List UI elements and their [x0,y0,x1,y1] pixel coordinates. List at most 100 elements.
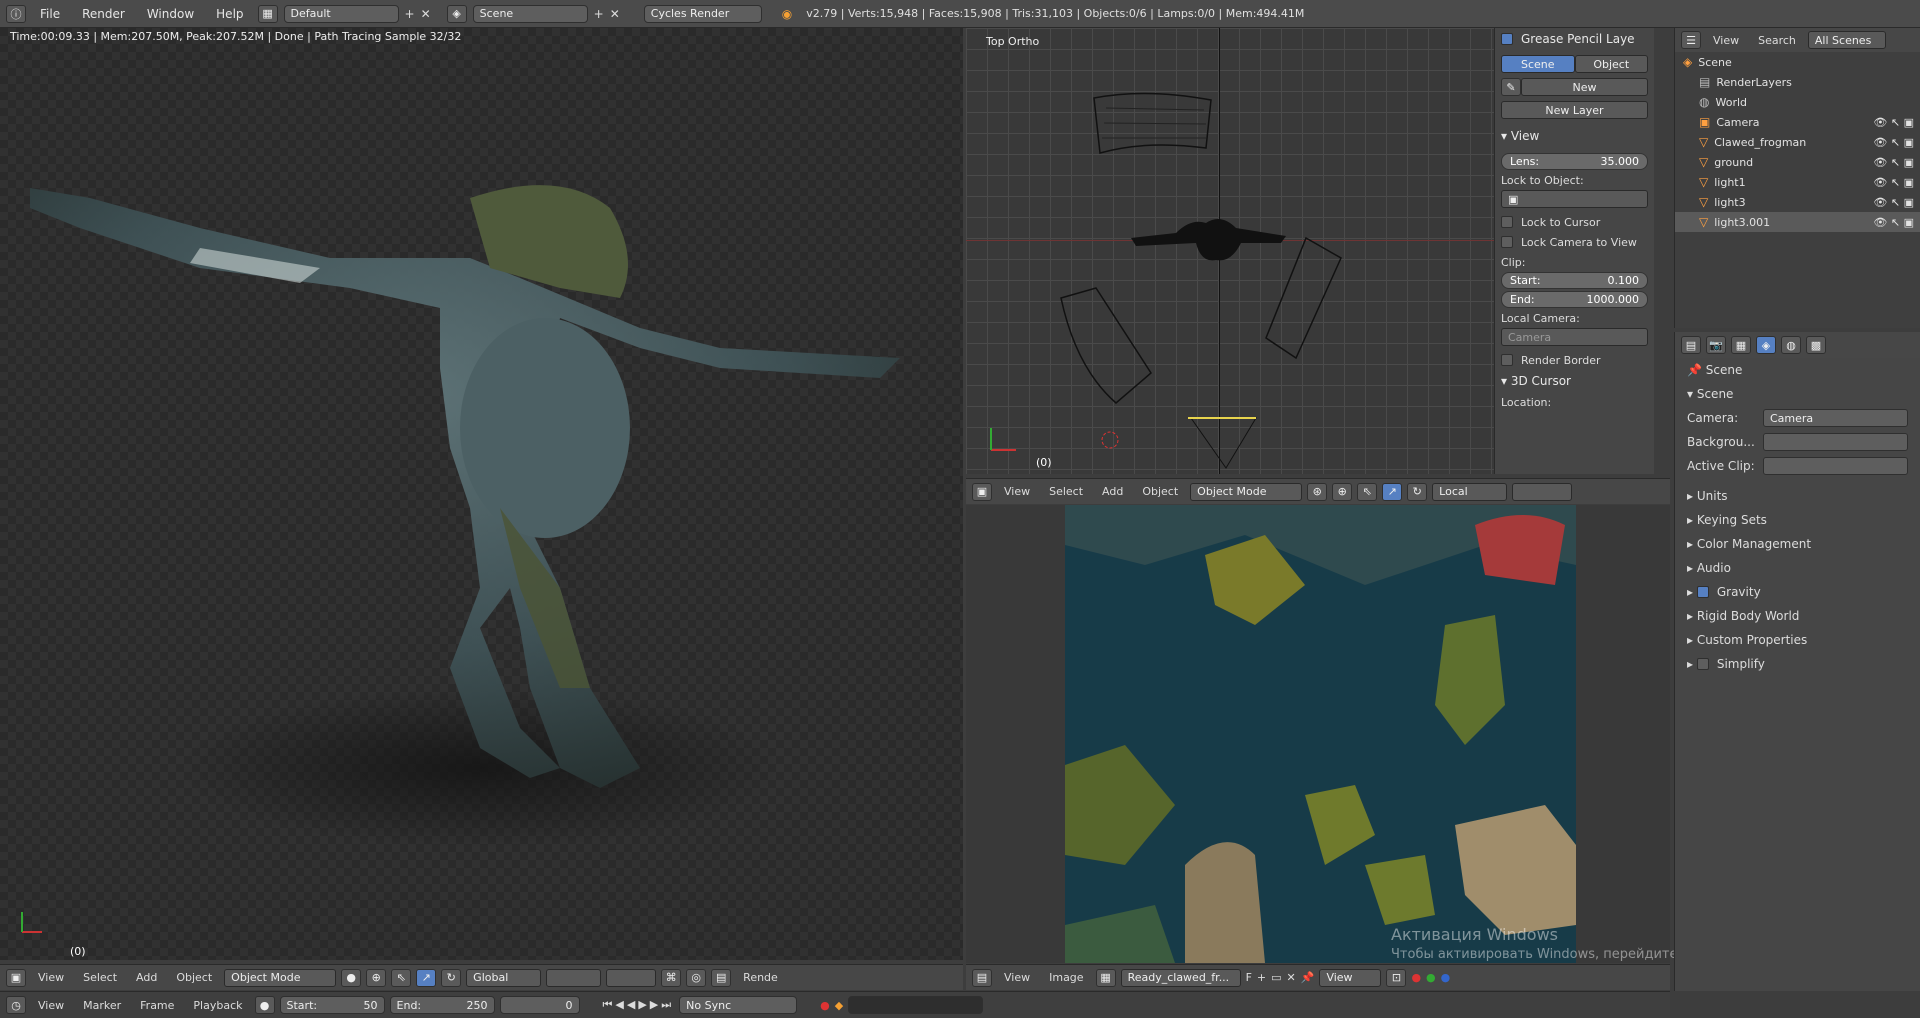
outliner-row-scene[interactable]: ◈ Scene [1675,52,1920,72]
texture-tab-icon[interactable]: ▩ [1806,336,1826,354]
panel-custom-properties[interactable]: ▸ Custom Properties [1675,628,1920,652]
rotate-icon-2[interactable]: ↻ [1407,482,1428,501]
menu-add[interactable]: Add [129,971,164,984]
end-frame-field[interactable]: End: 250 [389,996,495,1014]
lock-object-field[interactable]: ▣ [1501,190,1648,208]
pin-icon-2[interactable]: 📌 [1687,363,1706,377]
layers-widget-3[interactable] [1512,482,1573,501]
world-tab-icon[interactable]: ◍ [1781,336,1801,354]
screen-layout-icon[interactable]: ▦ [257,4,278,23]
start-frame-field[interactable]: Start: 50 [279,996,385,1014]
scene-tab-icon[interactable]: ◈ [1756,336,1776,354]
orientation-select-2[interactable]: Local [1432,482,1508,501]
image-name-field[interactable]: Ready_clawed_fr... [1120,968,1241,987]
render-border-checkbox[interactable] [1501,354,1513,366]
panel-color-management[interactable]: ▸ Color Management [1675,532,1920,556]
image-menu-image[interactable]: Image [1042,971,1090,984]
blue-channel-icon[interactable]: ● [1441,971,1451,984]
manipulator-icon[interactable]: ⇖ [391,968,412,987]
panel-simplify[interactable]: ▸ Simplify [1675,652,1920,676]
menu-render[interactable]: Render [74,7,133,21]
new-image-icon[interactable]: + [1257,971,1266,984]
panel-units[interactable]: ▸ Units [1675,484,1920,508]
rotate-icon[interactable]: ↻ [441,968,462,987]
keying-icon[interactable]: ● [254,996,275,1014]
outliner-row-ground[interactable]: ▽ ground 👁 ↖ ▣ [1675,152,1920,172]
translate-icon-2[interactable]: ↗ [1382,482,1403,501]
image-menu-view[interactable]: View [997,971,1037,984]
simplify-checkbox[interactable] [1696,658,1709,670]
scene-panel-header[interactable]: ▾ Scene [1675,382,1920,406]
top-ortho-viewport[interactable]: Top Ortho (0) [966,28,1494,474]
close-screen-icon[interactable]: ✕ [421,7,431,21]
add-screen-icon[interactable]: + [405,7,415,21]
outliner-row-renderlayers[interactable]: ▤ RenderLayers [1675,72,1920,92]
background-field[interactable] [1763,433,1908,451]
render-viewport[interactable]: Time:00:09.33 | Mem:207.50M, Peak:207.52… [0,28,963,960]
menu-object-2[interactable]: Object [1135,485,1185,498]
clip-start-field[interactable]: Start: 0.100 [1501,272,1648,289]
scene-field[interactable]: Scene [472,4,588,23]
outliner-row-camera[interactable]: ▣ Camera 👁 ↖ ▣ [1675,112,1920,132]
mode-select-2[interactable]: Object Mode [1190,482,1303,501]
render-engine-select[interactable]: Cycles Render [643,4,762,23]
layers-tab-icon[interactable]: ▦ [1731,336,1751,354]
clip-end-field[interactable]: End: 1000.000 [1501,291,1648,308]
panel-rigid-body-world[interactable]: ▸ Rigid Body World [1675,604,1920,628]
outliner-search[interactable]: Search [1751,34,1803,47]
lock-cursor-checkbox[interactable] [1501,216,1513,228]
visibility-icons[interactable]: 👁 ↖ ▣ [1873,176,1914,189]
grease-pencil-checkbox[interactable] [1501,33,1513,45]
outliner-row-light3-001[interactable]: ▽ light3.001 👁 ↖ ▣ [1675,212,1920,232]
visibility-icons[interactable]: 👁 ↖ ▣ [1873,216,1914,229]
outliner-row-light1[interactable]: ▽ light1 👁 ↖ ▣ [1675,172,1920,192]
info-editor-icon[interactable]: ⓘ [6,4,26,23]
active-clip-field[interactable] [1763,457,1908,475]
orientation-select[interactable]: Global [466,968,542,987]
timeline-editor-icon[interactable]: ◷ [6,996,26,1014]
image-editor[interactable]: Активация Windows Чтобы активировать Win… [966,505,1840,963]
render-border-row[interactable]: Render Border [1495,350,1654,370]
timeline-view[interactable]: View [31,999,71,1012]
timeline-playback[interactable]: Playback [186,999,249,1012]
red-channel-icon[interactable]: ● [1411,971,1421,984]
visibility-icons[interactable]: 👁 ↖ ▣ [1873,196,1914,209]
sync-select[interactable]: No Sync [679,996,798,1014]
visibility-icons[interactable]: 👁 ↖ ▣ [1873,116,1914,129]
timeline-frame[interactable]: Frame [133,999,181,1012]
pencil-icon[interactable]: ✎ [1501,78,1521,96]
layers-widget[interactable] [546,968,602,987]
editor-type-icon[interactable]: ▣ [6,968,26,987]
panel-audio[interactable]: ▸ Audio [1675,556,1920,580]
unlink-image-icon[interactable]: ✕ [1287,971,1296,984]
keyframe-icon[interactable]: ◆ [835,999,843,1012]
scene-icon[interactable]: ◈ [446,4,467,23]
render-tab-icon[interactable]: 📷 [1706,336,1726,354]
keying-set-field[interactable] [848,996,984,1014]
local-camera-field[interactable]: Camera [1501,328,1648,346]
lock-camera-checkbox[interactable] [1501,236,1513,248]
proportional-icon[interactable]: ◎ [686,968,707,987]
add-scene-icon[interactable]: + [594,7,604,21]
menu-add-2[interactable]: Add [1095,485,1130,498]
shading-icon-2[interactable]: ⊛ [1307,482,1328,501]
translate-icon[interactable]: ↗ [416,968,437,987]
current-frame-field[interactable]: 0 [499,996,580,1014]
menu-window[interactable]: Window [139,7,202,21]
manipulator-icon-2[interactable]: ⇖ [1357,482,1378,501]
cursor-section-header[interactable]: ▾ 3D Cursor [1495,370,1654,392]
outliner-editor-icon[interactable]: ☰ [1681,31,1701,49]
layers-widget-2[interactable] [606,968,657,987]
shading-icon[interactable]: ● [341,968,362,987]
open-image-icon[interactable]: ▭ [1271,971,1281,984]
gp-tab-object[interactable]: Object [1574,55,1648,73]
menu-object[interactable]: Object [169,971,219,984]
lock-cursor-row[interactable]: Lock to Cursor [1495,212,1654,232]
image-browse-icon[interactable]: ▦ [1095,968,1116,987]
lens-field[interactable]: Lens: 35.000 [1501,153,1648,170]
close-scene-icon[interactable]: ✕ [610,7,620,21]
image-editor-type-icon[interactable]: ▤ [972,968,992,987]
panel-keying-sets[interactable]: ▸ Keying Sets [1675,508,1920,532]
visibility-icons[interactable]: 👁 ↖ ▣ [1873,156,1914,169]
gp-tab-scene[interactable]: Scene [1501,55,1575,73]
